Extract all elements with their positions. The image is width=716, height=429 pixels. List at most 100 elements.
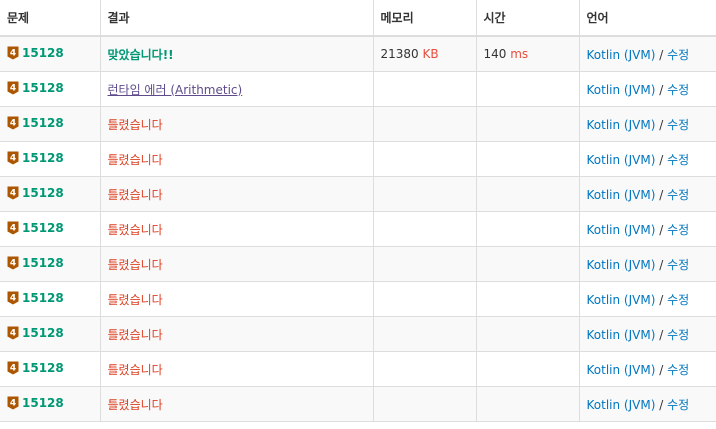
problem-id: 15128 — [22, 290, 64, 305]
memory-cell — [373, 281, 477, 317]
time-cell — [476, 386, 580, 422]
submission-row: 4 15128 틀렸습니다 Kotlin (JVM) / 수정 — [0, 351, 716, 387]
problem-cell: 4 15128 — [0, 211, 101, 247]
separator: / — [659, 327, 664, 342]
problem-id: 15128 — [22, 150, 64, 165]
result-cell: 틀렸습니다 — [100, 176, 374, 212]
result-text: 틀렸습니다 — [107, 257, 163, 272]
edit-link[interactable]: 수정 — [667, 293, 689, 307]
language-link[interactable]: Kotlin (JVM) — [587, 48, 656, 62]
result-link[interactable]: 런타임 에러 (Arithmetic) — [108, 83, 243, 97]
result-cell: 틀렸습니다 — [100, 386, 374, 422]
result-cell: 틀렸습니다 — [100, 141, 374, 177]
separator: / — [659, 117, 664, 132]
language-cell: Kotlin (JVM) / 수정 — [579, 36, 716, 72]
time-cell — [476, 71, 580, 107]
memory-cell — [373, 246, 477, 282]
result-cell: 틀렸습니다 — [100, 211, 374, 247]
language-link[interactable]: Kotlin (JVM) — [587, 328, 656, 342]
edit-link[interactable]: 수정 — [667, 48, 689, 62]
language-cell: Kotlin (JVM) / 수정 — [579, 246, 716, 282]
memory-cell — [373, 316, 477, 352]
edit-link[interactable]: 수정 — [667, 328, 689, 342]
memory-cell — [373, 71, 477, 107]
time-cell — [476, 351, 580, 387]
problem-cell: 4 15128 — [0, 71, 101, 107]
language-link[interactable]: Kotlin (JVM) — [587, 83, 656, 97]
tier-badge-icon: 4 — [7, 116, 19, 129]
result-cell: 런타임 에러 (Arithmetic) — [100, 71, 374, 107]
result-cell: 틀렸습니다 — [100, 246, 374, 282]
problem-link[interactable]: 4 15128 — [7, 81, 64, 95]
problem-link[interactable]: 4 15128 — [7, 186, 64, 200]
problem-cell: 4 15128 — [0, 36, 101, 72]
time-cell — [476, 246, 580, 282]
tier-badge-label: 4 — [10, 188, 16, 198]
problem-link[interactable]: 4 15128 — [7, 326, 64, 340]
problem-link[interactable]: 4 15128 — [7, 361, 64, 375]
problem-link[interactable]: 4 15128 — [7, 151, 64, 165]
column-header-language: 언어 — [579, 0, 716, 37]
edit-link[interactable]: 수정 — [667, 153, 689, 167]
memory-cell — [373, 351, 477, 387]
problem-id: 15128 — [22, 360, 64, 375]
problem-link[interactable]: 4 15128 — [7, 291, 64, 305]
language-link[interactable]: Kotlin (JVM) — [587, 398, 656, 412]
submission-status-table: 문제 결과 메모리 시간 언어 4 15128 맞았습니다!! 21380 KB… — [0, 0, 716, 422]
tier-badge-icon: 4 — [7, 361, 19, 374]
separator: / — [659, 362, 664, 377]
submission-row: 4 15128 맞았습니다!! 21380 KB 140 ms Kotlin (… — [0, 36, 716, 72]
language-link[interactable]: Kotlin (JVM) — [587, 293, 656, 307]
tier-badge-label: 4 — [10, 258, 16, 268]
problem-link[interactable]: 4 15128 — [7, 396, 64, 410]
edit-link[interactable]: 수정 — [667, 363, 689, 377]
language-link[interactable]: Kotlin (JVM) — [587, 363, 656, 377]
memory-cell — [373, 386, 477, 422]
time-cell — [476, 211, 580, 247]
problem-id: 15128 — [22, 185, 64, 200]
problem-link[interactable]: 4 15128 — [7, 116, 64, 130]
separator: / — [659, 292, 664, 307]
language-link[interactable]: Kotlin (JVM) — [587, 118, 656, 132]
time-unit: ms — [510, 47, 529, 61]
header-row: 문제 결과 메모리 시간 언어 — [0, 0, 716, 37]
result-text: 맞았습니다!! — [107, 47, 174, 62]
submission-row: 4 15128 틀렸습니다 Kotlin (JVM) / 수정 — [0, 281, 716, 317]
language-link[interactable]: Kotlin (JVM) — [587, 188, 656, 202]
tier-badge-icon: 4 — [7, 81, 19, 94]
memory-cell — [373, 106, 477, 142]
time-cell — [476, 141, 580, 177]
language-link[interactable]: Kotlin (JVM) — [587, 153, 656, 167]
problem-cell: 4 15128 — [0, 281, 101, 317]
problem-link[interactable]: 4 15128 — [7, 46, 64, 60]
language-link[interactable]: Kotlin (JVM) — [587, 258, 656, 272]
edit-link[interactable]: 수정 — [667, 258, 689, 272]
problem-cell: 4 15128 — [0, 176, 101, 212]
language-cell: Kotlin (JVM) / 수정 — [579, 211, 716, 247]
edit-link[interactable]: 수정 — [667, 188, 689, 202]
edit-link[interactable]: 수정 — [667, 398, 689, 412]
tier-badge-icon: 4 — [7, 256, 19, 269]
problem-id: 15128 — [22, 45, 64, 60]
time-cell — [476, 281, 580, 317]
submission-row: 4 15128 틀렸습니다 Kotlin (JVM) / 수정 — [0, 316, 716, 352]
result-text: 틀렸습니다 — [107, 292, 163, 307]
memory-unit: KB — [422, 47, 439, 61]
language-cell: Kotlin (JVM) / 수정 — [579, 106, 716, 142]
result-text: 틀렸습니다 — [107, 152, 163, 167]
separator: / — [659, 82, 664, 97]
tier-badge-label: 4 — [10, 48, 16, 58]
language-link[interactable]: Kotlin (JVM) — [587, 223, 656, 237]
tier-badge-label: 4 — [10, 293, 16, 303]
time-cell — [476, 106, 580, 142]
problem-id: 15128 — [22, 220, 64, 235]
problem-link[interactable]: 4 15128 — [7, 221, 64, 235]
separator: / — [659, 47, 664, 62]
edit-link[interactable]: 수정 — [667, 118, 689, 132]
edit-link[interactable]: 수정 — [667, 223, 689, 237]
problem-id: 15128 — [22, 80, 64, 95]
submission-row: 4 15128 틀렸습니다 Kotlin (JVM) / 수정 — [0, 246, 716, 282]
problem-link[interactable]: 4 15128 — [7, 256, 64, 270]
problem-id: 15128 — [22, 325, 64, 340]
edit-link[interactable]: 수정 — [667, 83, 689, 97]
